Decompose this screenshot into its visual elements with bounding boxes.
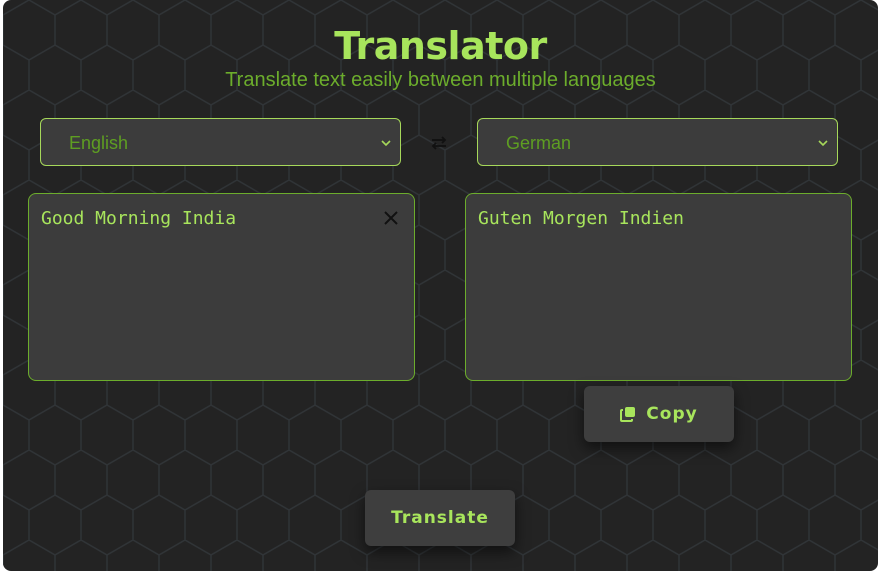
translator-card: Translator Translate text easily between… bbox=[3, 0, 878, 571]
translated-text-output[interactable]: Guten Morgen Indien bbox=[465, 193, 852, 381]
translate-button[interactable]: Translate bbox=[365, 490, 515, 546]
copy-button-label: Copy bbox=[646, 404, 698, 424]
translate-button-label: Translate bbox=[391, 508, 489, 528]
target-language-value: German bbox=[506, 133, 572, 153]
copy-button[interactable]: Copy bbox=[584, 386, 734, 442]
chevron-down-icon bbox=[381, 140, 391, 147]
page-title: Translator bbox=[334, 24, 547, 68]
copy-icon bbox=[620, 407, 636, 422]
source-language-select[interactable]: English bbox=[40, 118, 401, 166]
source-text-input[interactable]: Good Morning India bbox=[28, 193, 415, 381]
page-subtitle: Translate text easily between multiple l… bbox=[225, 69, 656, 91]
source-text: Good Morning India bbox=[41, 208, 237, 229]
translated-text: Guten Morgen Indien bbox=[478, 208, 684, 229]
swap-languages-icon[interactable] bbox=[428, 134, 450, 152]
chevron-down-icon bbox=[818, 140, 828, 147]
close-icon[interactable] bbox=[383, 210, 399, 226]
source-language-value: English bbox=[69, 133, 129, 153]
target-language-select[interactable]: German bbox=[477, 118, 838, 166]
